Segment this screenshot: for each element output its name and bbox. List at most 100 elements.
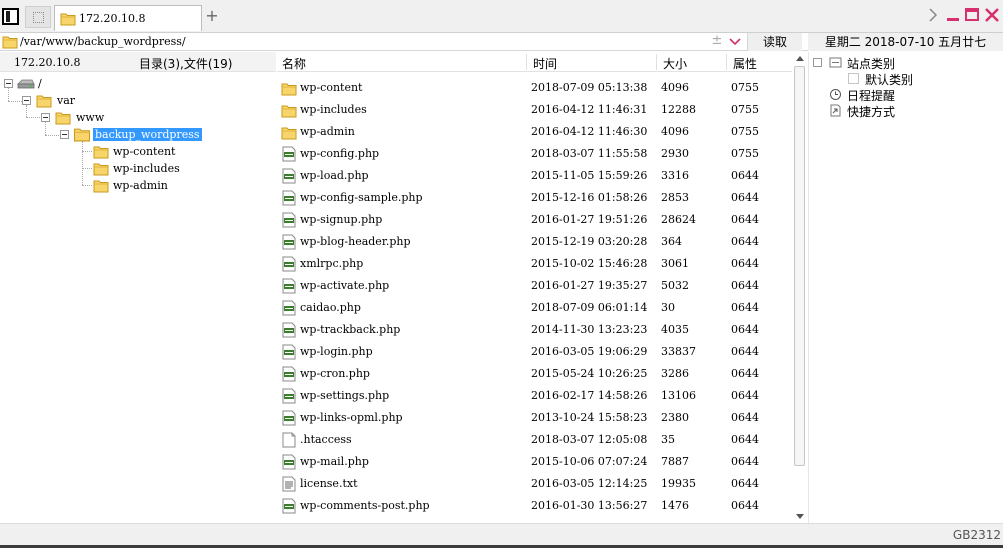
file-size: 12288 <box>661 103 696 116</box>
info-row: 172.20.10.8 目录(3),文件(19) <box>0 52 276 72</box>
php-file-icon <box>281 344 297 360</box>
shortcut-icon <box>830 104 841 117</box>
tree-label: wp-admin <box>113 179 168 192</box>
file-time: 2016-01-27 19:51:26 <box>531 213 648 226</box>
file-name: wp-login.php <box>300 345 373 358</box>
file-row[interactable]: wp-content 2018-07-09 05:13:38 4096 0755 <box>277 77 792 99</box>
file-name: wp-activate.php <box>300 279 390 292</box>
file-row[interactable]: .htaccess 2018-03-07 12:05:08 35 0644 <box>277 429 792 451</box>
file-size: 364 <box>661 235 682 248</box>
site-category-item[interactable]: 站点类别 <box>829 55 989 71</box>
file-row[interactable]: wp-blog-header.php 2015-12-19 03:20:28 364… <box>277 231 792 253</box>
file-row[interactable]: wp-login.php 2016-03-05 19:06:29 33837 0644 <box>277 341 792 363</box>
encoding-label[interactable]: GB2312 <box>953 528 1001 542</box>
file-perm: 0644 <box>731 235 759 248</box>
column-header-size[interactable]: 大小 <box>663 55 687 72</box>
php-file-icon <box>281 498 297 514</box>
file-row[interactable]: wp-signup.php 2016-01-27 19:51:26 28624 064… <box>277 209 792 231</box>
file-perm: 0644 <box>731 455 759 468</box>
file-size: 13106 <box>661 389 696 402</box>
file-perm: 0644 <box>731 499 759 512</box>
tree-node-wp-admin[interactable]: wp-admin <box>0 178 220 194</box>
php-file-icon <box>281 168 297 184</box>
add-bookmark-button[interactable]: ± <box>711 33 723 48</box>
folder-icon <box>55 111 71 125</box>
maximize-button[interactable] <box>963 6 981 24</box>
tree-node-backup-wordpress[interactable]: backup_wordpress <box>0 127 220 143</box>
file-name: wp-config-sample.php <box>300 191 423 204</box>
tree-node-wp-content[interactable]: wp-content <box>0 144 220 160</box>
file-row[interactable]: wp-load.php 2015-11-05 15:59:26 3316 0644 <box>277 165 792 187</box>
scroll-up-arrow[interactable] <box>796 56 804 61</box>
folder-icon <box>93 145 109 159</box>
tree-node-www[interactable]: www <box>0 110 200 126</box>
file-row[interactable]: wp-cron.php 2015-05-24 10:26:25 3286 0644 <box>277 363 792 385</box>
file-time: 2015-10-02 15:46:28 <box>531 257 648 270</box>
default-category-item[interactable]: 默认类别 <box>847 71 997 87</box>
collapse-toggle[interactable] <box>60 130 69 139</box>
folder-icon <box>93 162 109 176</box>
column-header-name[interactable]: 名称 <box>282 55 306 72</box>
file-time: 2015-12-16 01:58:26 <box>531 191 648 204</box>
file-name: wp-admin <box>300 125 355 138</box>
path-input[interactable]: /var/www/backup_wordpress/ <box>20 35 186 48</box>
collapse-toggle[interactable] <box>22 96 31 105</box>
minimize-button[interactable] <box>944 6 962 24</box>
php-file-icon <box>281 212 297 228</box>
file-row[interactable]: caidao.php 2018-07-09 06:01:14 30 0644 <box>277 297 792 319</box>
read-button[interactable]: 读取 <box>747 33 802 51</box>
tree-label: wp-includes <box>113 162 180 175</box>
file-row[interactable]: wp-admin 2016-04-12 11:46:30 4096 0755 <box>277 121 792 143</box>
close-button[interactable] <box>983 6 1001 24</box>
file-list-scrollbar[interactable] <box>792 52 808 523</box>
tree-node-wp-includes[interactable]: wp-includes <box>0 161 220 177</box>
schedule-item[interactable]: 日程提醒 <box>829 87 989 103</box>
folder-icon <box>60 12 76 26</box>
file-row[interactable]: wp-config-sample.php 2015-12-16 01:58:26 2… <box>277 187 792 209</box>
collapse-toggle[interactable] <box>813 58 822 67</box>
file-time: 2018-03-07 11:55:58 <box>531 147 648 160</box>
file-time: 2015-12-19 03:20:28 <box>531 235 648 248</box>
chevron-down-icon[interactable] <box>728 35 742 49</box>
file-size: 3061 <box>661 257 689 270</box>
file-size: 33837 <box>661 345 696 358</box>
file-row[interactable]: wp-settings.php 2016-02-17 14:58:26 13106 0… <box>277 385 792 407</box>
tree-node-var[interactable]: var <box>0 93 200 109</box>
file-time: 2016-01-30 13:56:27 <box>531 499 648 512</box>
tab-host[interactable]: 172.20.10.8 <box>54 5 202 31</box>
scroll-thumb[interactable] <box>794 66 805 466</box>
category-icon <box>829 57 842 68</box>
blank-tab[interactable] <box>25 6 51 28</box>
file-row[interactable]: xmlrpc.php 2015-10-02 15:46:28 3061 0644 <box>277 253 792 275</box>
sidebar-toggle-button[interactable] <box>2 8 19 25</box>
host-label: 172.20.10.8 <box>14 56 81 69</box>
file-row[interactable]: wp-config.php 2018-03-07 11:55:58 2930 0755 <box>277 143 792 165</box>
tree-label: wp-content <box>113 145 176 158</box>
chevron-right-icon[interactable] <box>924 6 942 24</box>
file-row[interactable]: wp-mail.php 2015-10-06 07:07:24 7887 0644 <box>277 451 792 473</box>
scroll-down-arrow[interactable] <box>796 514 804 519</box>
column-header-time[interactable]: 时间 <box>533 55 557 72</box>
file-row[interactable]: license.txt 2016-03-05 12:14:25 19935 0644 <box>277 473 792 495</box>
file-name: .htaccess <box>300 433 352 446</box>
php-file-icon <box>281 366 297 382</box>
file-perm: 0644 <box>731 169 759 182</box>
file-name: wp-content <box>300 81 363 94</box>
file-name: wp-blog-header.php <box>300 235 411 248</box>
collapse-toggle[interactable] <box>4 79 13 88</box>
php-file-icon <box>281 278 297 294</box>
new-tab-button[interactable]: + <box>205 8 219 24</box>
collapse-toggle[interactable] <box>41 113 50 122</box>
file-row[interactable]: wp-activate.php 2016-01-27 19:35:27 5032 06… <box>277 275 792 297</box>
file-row[interactable]: wp-comments-post.php 2016-01-30 13:56:27 1… <box>277 495 792 517</box>
file-row[interactable]: wp-includes 2016-04-12 11:46:31 12288 0755 <box>277 99 792 121</box>
tree-node-root[interactable]: / <box>0 76 200 92</box>
file-size: 1476 <box>661 499 689 512</box>
shortcuts-item[interactable]: 快捷方式 <box>829 103 989 119</box>
tree-label: var <box>57 94 76 107</box>
file-row[interactable]: wp-links-opml.php 2013-10-24 15:58:23 2380… <box>277 407 792 429</box>
column-header-perm[interactable]: 属性 <box>733 55 757 72</box>
file-row[interactable]: wp-trackback.php 2014-11-30 13:23:23 4035 0… <box>277 319 792 341</box>
file-name: wp-config.php <box>300 147 380 160</box>
folder-icon <box>93 179 109 193</box>
